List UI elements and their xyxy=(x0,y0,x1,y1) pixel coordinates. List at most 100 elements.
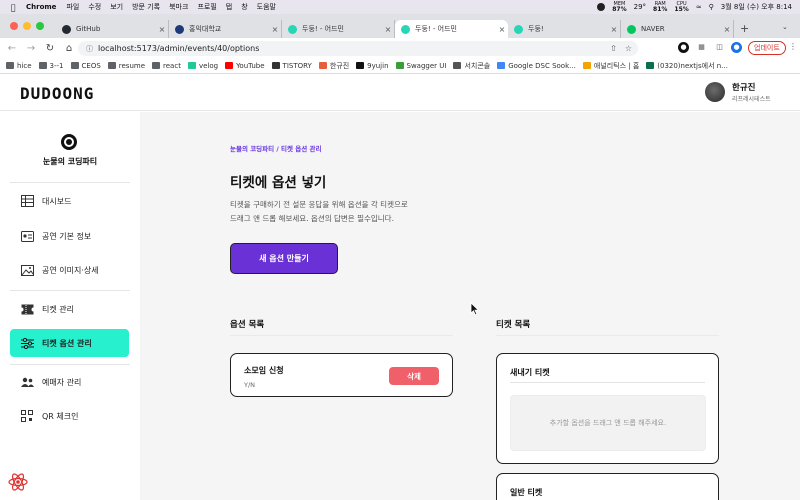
menu-window[interactable]: 창 xyxy=(241,2,247,12)
tab-close-icon[interactable]: × xyxy=(156,25,168,34)
bookmark-label: Google DSC Sook... xyxy=(508,61,576,70)
sidebar-item[interactable]: 대시보드 xyxy=(10,187,129,215)
ticket-card[interactable]: 새내기 티켓 추가할 옵션을 드래그 앤 드롭 해주세요. xyxy=(496,353,719,464)
new-tab-button[interactable]: + xyxy=(740,22,749,35)
profile-avatar-icon[interactable]: ● xyxy=(731,42,742,53)
menu-help[interactable]: 도움말 xyxy=(257,2,276,12)
bookmark-item[interactable]: hice xyxy=(6,62,32,70)
sidebar-item[interactable]: 예매자 관리 xyxy=(10,368,129,396)
tab-close-icon[interactable]: × xyxy=(382,25,394,34)
event-name: 눈물의 코딩파티 xyxy=(42,157,98,166)
ticket-divider xyxy=(510,382,705,383)
tab-favicon-icon xyxy=(627,24,636,34)
more-menu-icon[interactable]: ⋮ xyxy=(789,42,797,51)
option-name: 소모임 신청 xyxy=(244,366,284,375)
minimize-window-button[interactable] xyxy=(23,22,31,30)
bookmark-favicon-icon xyxy=(271,62,280,69)
bookmark-item[interactable]: velog xyxy=(187,62,218,70)
site-info-icon[interactable]: ⓘ xyxy=(86,44,93,54)
apple-icon[interactable]:  xyxy=(8,3,18,12)
browser-tab[interactable]: 두둥! - 어드민 × xyxy=(395,20,508,38)
bookmark-item[interactable]: Swagger UI xyxy=(395,62,446,70)
menu-tab[interactable]: 탭 xyxy=(226,2,232,12)
bookmark-item[interactable]: YouTube xyxy=(225,62,265,70)
record-icon[interactable] xyxy=(597,3,606,11)
tab-close-icon[interactable]: × xyxy=(721,25,733,34)
bookmark-item[interactable]: 3--1 xyxy=(38,62,64,70)
reload-button[interactable]: ↻ xyxy=(43,43,57,54)
page-title: 티켓에 옵션 넣기 xyxy=(230,175,327,191)
menu-view[interactable]: 보기 xyxy=(110,2,123,12)
bookmark-item[interactable]: 애널리틱스 | 홈 xyxy=(582,61,639,71)
active-app-name[interactable]: Chrome xyxy=(26,3,56,11)
mouse-cursor-icon xyxy=(470,302,480,316)
user-profile[interactable]: 한규진 리프레시테스트 xyxy=(705,81,771,103)
update-button[interactable]: 업데이트 xyxy=(748,41,786,55)
menu-file[interactable]: 파일 xyxy=(66,2,79,12)
bookmark-item[interactable]: react xyxy=(152,62,181,70)
ticket-card[interactable]: 일반 티켓 xyxy=(496,473,719,500)
menu-profile[interactable]: 프로필 xyxy=(197,2,216,12)
ticket-icon xyxy=(20,303,34,315)
bookmark-item[interactable]: (0320)nextjs에서 n... xyxy=(646,61,728,71)
option-card[interactable]: 소모임 신청 Y/N 삭제 xyxy=(230,353,453,397)
tab-label: NAVER xyxy=(641,25,665,33)
browser-tab[interactable]: 두둥! - 어드민 × xyxy=(282,20,395,38)
sidebar-item-label: 공연 기본 정보 xyxy=(42,231,92,241)
url-text[interactable]: localhost:5173/admin/events/40/options xyxy=(98,44,259,53)
menu-history[interactable]: 방문 기록 xyxy=(132,2,160,12)
sidebar-item[interactable]: 티켓 관리 xyxy=(10,295,129,323)
extensions-puzzle-icon[interactable]: ▦ xyxy=(696,42,707,53)
search-icon[interactable]: ⚲ xyxy=(709,3,714,11)
menu-bookmarks[interactable]: 북마크 xyxy=(169,2,188,12)
sidebar-divider xyxy=(10,182,130,183)
zoom-window-button[interactable] xyxy=(36,22,44,30)
option-dropzone[interactable]: 추가할 옵션을 드래그 앤 드롭 해주세요. xyxy=(510,395,706,451)
tab-search-icon[interactable]: ⌄ xyxy=(782,23,788,31)
avatar[interactable] xyxy=(705,82,725,102)
tab-close-icon[interactable]: × xyxy=(496,25,508,34)
clock[interactable]: 3월 8일 (수) 오후 8:14 xyxy=(721,2,792,12)
sidebar-item[interactable]: 공연 이미지·상세 xyxy=(10,256,129,284)
cpu-stat[interactable]: CPU 15% xyxy=(674,2,688,13)
dudoong-logo[interactable]: DUDOONG xyxy=(20,84,94,103)
extension-icon[interactable]: ● xyxy=(678,42,689,53)
delete-option-button[interactable]: 삭제 xyxy=(389,367,439,385)
browser-tab[interactable]: 홍익대학교 × xyxy=(169,20,282,38)
ram-stat[interactable]: RAM 81% xyxy=(653,2,667,13)
tab-close-icon[interactable]: × xyxy=(269,25,281,34)
options-divider xyxy=(230,335,453,336)
bookmark-item[interactable]: TISTORY xyxy=(271,62,312,70)
bookmark-item[interactable]: 한규진 xyxy=(318,61,349,71)
browser-tab[interactable]: GitHub × xyxy=(56,20,169,38)
tab-close-icon[interactable]: × xyxy=(608,25,620,34)
bookmark-item[interactable]: 서치콘솔 xyxy=(453,61,490,71)
browser-tab[interactable]: NAVER × xyxy=(621,20,734,38)
home-icon[interactable]: ⌂ xyxy=(62,43,76,54)
close-window-button[interactable] xyxy=(10,22,18,30)
address-bar[interactable]: ⓘ localhost:5173/admin/events/40/options… xyxy=(78,41,638,56)
bookmark-item[interactable]: resume xyxy=(107,62,145,70)
bookmark-item[interactable]: CEOS xyxy=(70,62,101,70)
sidebar-item[interactable]: 티켓 옵션 관리 xyxy=(10,329,129,357)
sidebar-divider xyxy=(10,364,130,365)
temperature[interactable]: 29° xyxy=(634,3,646,11)
bookmark-item[interactable]: Google DSC Sook... xyxy=(497,62,576,70)
share-icon[interactable]: ⇧ xyxy=(610,44,617,53)
browser-tab[interactable]: 두둥! × xyxy=(508,20,621,38)
sidebar-item[interactable]: QR 체크인 xyxy=(10,402,129,430)
mem-stat[interactable]: MEM 87% xyxy=(612,2,626,13)
menu-edit[interactable]: 수정 xyxy=(88,2,101,12)
react-devtools-icon[interactable] xyxy=(8,472,28,492)
new-option-button[interactable]: 새 옵션 만들기 xyxy=(230,243,338,274)
wifi-icon[interactable]: ≈ xyxy=(696,3,702,11)
forward-button[interactable]: → xyxy=(24,43,38,54)
bookmark-label: 9yujin xyxy=(367,61,389,70)
side-panel-icon[interactable]: ◫ xyxy=(714,42,725,53)
description-line: 티켓을 구매하기 전 설문 응답을 위해 옵션을 각 티켓으로 xyxy=(230,200,408,209)
bookmark-star-icon[interactable]: ☆ xyxy=(625,44,632,53)
bookmark-item[interactable]: 9yujin xyxy=(356,61,389,70)
app-header: DUDOONG 한규진 리프레시테스트 xyxy=(0,75,800,111)
sidebar-item[interactable]: 공연 기본 정보 xyxy=(10,222,129,250)
back-button[interactable]: ← xyxy=(5,43,19,54)
